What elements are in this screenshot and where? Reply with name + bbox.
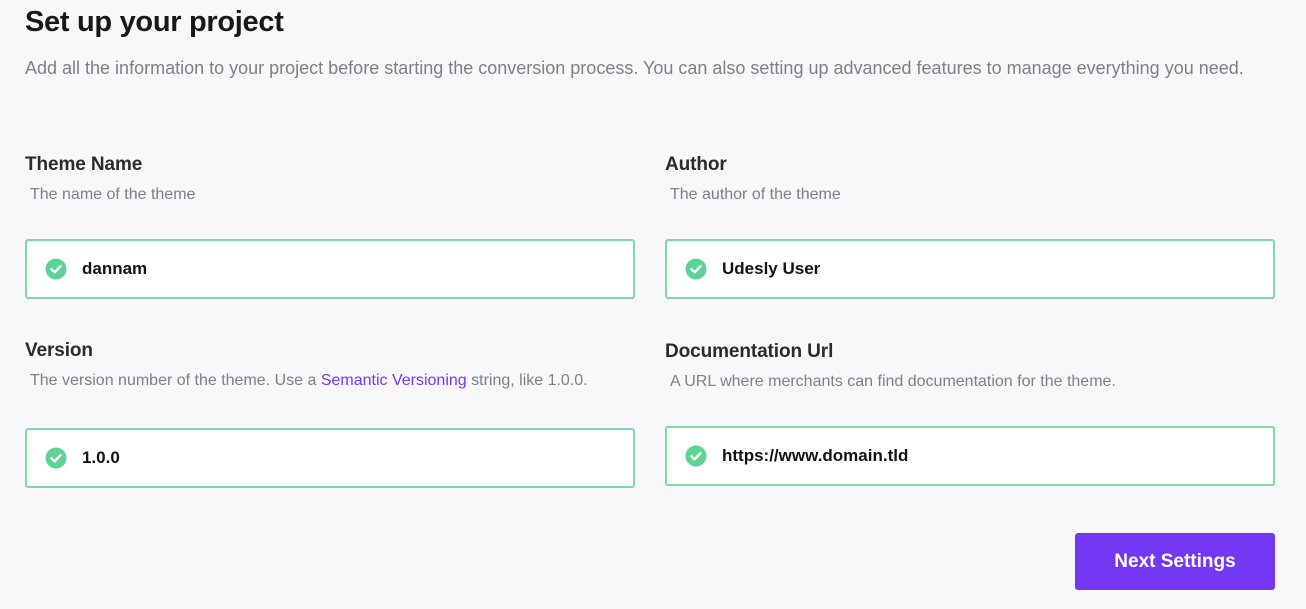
version-field: Version The version number of the theme.… — [25, 339, 635, 489]
check-circle-icon — [45, 447, 67, 469]
page-title: Set up your project — [25, 6, 284, 38]
documentation-url-help: A URL where merchants can find documenta… — [670, 373, 1116, 390]
page-description: Add all the information to your project … — [25, 58, 1244, 78]
version-input[interactable] — [82, 448, 602, 468]
version-help-text-end: string, like 1.0.0. — [466, 372, 588, 389]
version-help: The version number of the theme. Use a S… — [30, 369, 610, 393]
author-field: Author The author of the theme — [665, 153, 1275, 303]
version-label: Version — [25, 340, 93, 361]
semantic-versioning-link[interactable]: Semantic Versioning — [321, 372, 467, 389]
documentation-url-input-box[interactable] — [665, 426, 1275, 486]
documentation-url-field: Documentation Url A URL where merchants … — [665, 340, 1275, 490]
author-input-box[interactable] — [665, 239, 1275, 299]
documentation-url-input[interactable] — [722, 446, 1242, 466]
check-circle-icon — [45, 258, 67, 280]
author-help: The author of the theme — [670, 186, 841, 203]
author-label: Author — [665, 154, 727, 175]
check-circle-icon — [685, 445, 707, 467]
next-settings-button[interactable]: Next Settings — [1075, 533, 1275, 590]
theme-name-input[interactable] — [82, 259, 602, 279]
theme-name-help: The name of the theme — [30, 186, 196, 203]
theme-name-label: Theme Name — [25, 154, 143, 175]
check-circle-icon — [685, 258, 707, 280]
theme-name-field: Theme Name The name of the theme — [25, 153, 635, 303]
documentation-url-label: Documentation Url — [665, 341, 834, 362]
setup-project-page: Set up your project Add all the informat… — [0, 0, 1306, 609]
author-input[interactable] — [722, 259, 1242, 279]
version-input-box[interactable] — [25, 428, 635, 488]
version-help-text: The version number of the theme. Use a — [30, 372, 321, 389]
theme-name-input-box[interactable] — [25, 239, 635, 299]
